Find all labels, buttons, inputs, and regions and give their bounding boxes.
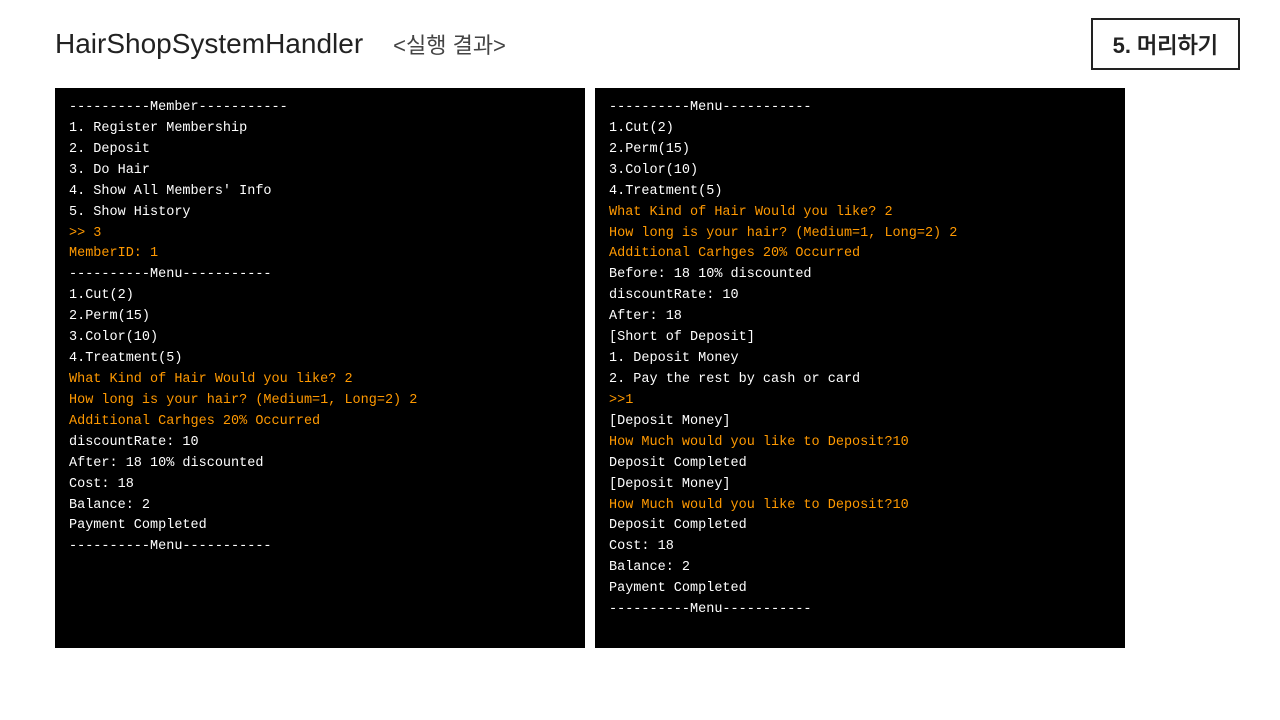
app-title: HairShopSystemHandler [55, 28, 363, 60]
subtitle: <실행 결과> [393, 28, 506, 60]
terminal-right: ----------Menu-----------1.Cut(2)2.Perm(… [595, 88, 1125, 648]
badge: 5. 머리하기 [1091, 18, 1240, 70]
header-left: HairShopSystemHandler <실행 결과> [55, 28, 506, 60]
terminals-row: ----------Member-----------1. Register M… [0, 88, 1280, 648]
header: HairShopSystemHandler <실행 결과> 5. 머리하기 [0, 0, 1280, 80]
terminal-left: ----------Member-----------1. Register M… [55, 88, 585, 648]
